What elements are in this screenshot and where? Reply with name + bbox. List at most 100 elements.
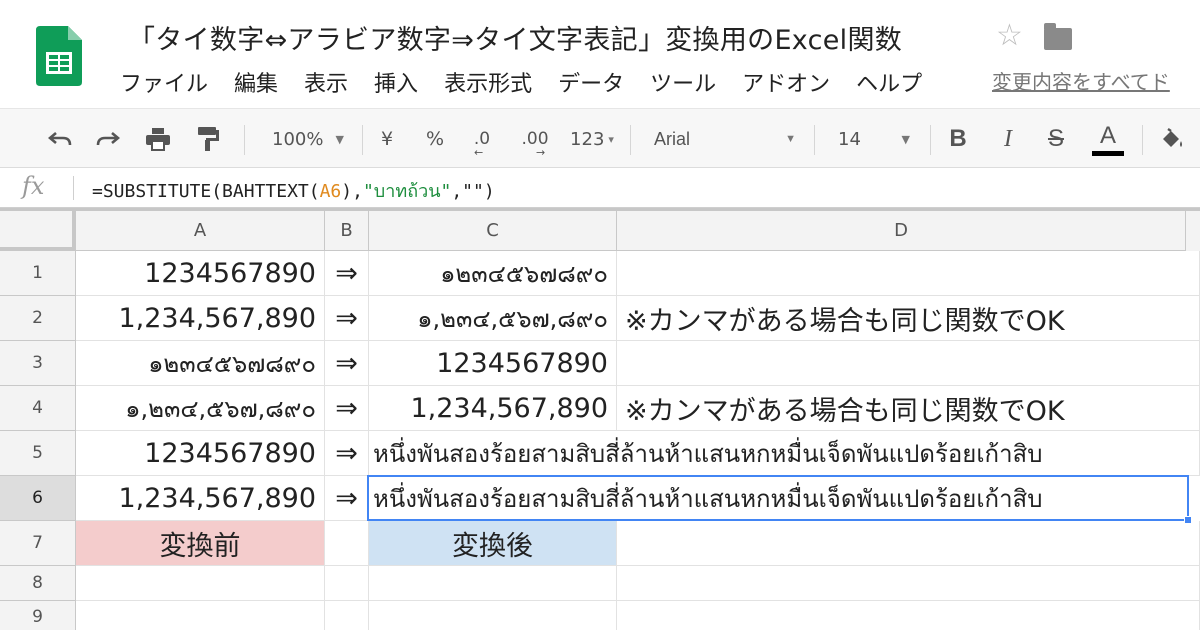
cell-a3[interactable]: ๑๒๓๔๕๖๗๘๙๐ (76, 341, 325, 386)
cell-c6[interactable]: หนึ่งพันสองร้อยสามสิบสี่ล้านห้าแสนหกหมื่… (369, 476, 1189, 521)
cell-c2[interactable]: ๑,๒๓๔,๕๖๗,๘๙๐ (369, 296, 617, 341)
formula-mid: ), (341, 181, 363, 202)
cell-a2[interactable]: 1,234,567,890 (76, 296, 325, 341)
menu-addons[interactable]: アドオン (742, 66, 830, 98)
cell-b5[interactable]: ⇒ (325, 431, 369, 476)
cell-a8[interactable] (76, 566, 325, 601)
formula-string-literal: "บาทถ้วน" (362, 181, 452, 202)
text-color-swatch (1092, 151, 1124, 156)
cell-a1[interactable]: 1234567890 (76, 251, 325, 296)
menu-file[interactable]: ファイル (120, 66, 208, 98)
row-header-9[interactable]: 9 (0, 601, 76, 630)
strikethrough-button[interactable]: S (1040, 109, 1072, 169)
cell-d3[interactable] (617, 341, 1200, 386)
cell-d4[interactable]: ※カンマがある場合も同じ関数でOK (617, 386, 1200, 431)
row-header-5[interactable]: 5 (0, 431, 76, 476)
column-header-b[interactable]: B (325, 211, 369, 251)
chevron-down-icon: ▼ (785, 133, 796, 145)
paint-format-icon[interactable] (188, 109, 228, 169)
toolbar-divider (244, 125, 245, 155)
redo-icon[interactable] (88, 109, 128, 169)
cell-c9[interactable] (369, 601, 617, 630)
cell-d1[interactable] (617, 251, 1200, 296)
font-size-select[interactable]: 14 ▼ (824, 109, 924, 169)
chevron-down-icon: ▼ (901, 132, 910, 146)
bold-button[interactable]: B (942, 109, 974, 169)
menu-bar: ファイル 編集 表示 挿入 表示形式 データ ツール アドオン ヘルプ (120, 66, 948, 98)
menu-tools[interactable]: ツール (650, 66, 716, 98)
menu-data[interactable]: データ (558, 66, 624, 98)
decrease-decimal-button[interactable]: .0 ← (464, 109, 500, 169)
cell-b9[interactable] (325, 601, 369, 630)
document-title[interactable]: 「タイ数字⇔アラビア数字⇒タイ文字表記」変換用のExcel関数 (128, 18, 902, 57)
fx-icon: fx (22, 172, 45, 200)
column-header-d[interactable]: D (617, 211, 1186, 251)
row-header-7[interactable]: 7 (0, 521, 76, 566)
row-header-3[interactable]: 3 (0, 341, 76, 386)
font-size-value: 14 (838, 128, 861, 150)
sheets-logo-icon[interactable] (36, 26, 82, 86)
arrow-right-icon: → (536, 146, 546, 159)
cell-d7[interactable] (617, 521, 1200, 566)
row-header-2[interactable]: 2 (0, 296, 76, 341)
undo-icon[interactable] (40, 109, 80, 169)
menu-help[interactable]: ヘルプ (856, 66, 922, 98)
row-header-1[interactable]: 1 (0, 251, 76, 296)
column-header-c[interactable]: C (369, 211, 617, 251)
cell-d2[interactable]: ※カンマがある場合も同じ関数でOK (617, 296, 1200, 341)
folder-icon[interactable] (1044, 23, 1072, 50)
cell-c3[interactable]: 1234567890 (369, 341, 617, 386)
row-header-8[interactable]: 8 (0, 566, 76, 601)
cell-b2[interactable]: ⇒ (325, 296, 369, 341)
cell-b6[interactable]: ⇒ (325, 476, 369, 521)
menu-view[interactable]: 表示 (304, 66, 348, 98)
row-header-6[interactable]: 6 (0, 476, 76, 521)
cell-a7-before-label[interactable]: 変換前 (76, 521, 325, 566)
cell-d8[interactable] (617, 566, 1200, 601)
zoom-select[interactable]: 100% ▼ (258, 109, 358, 169)
cell-a5[interactable]: 1234567890 (76, 431, 325, 476)
toolbar-divider (930, 125, 931, 155)
increase-decimal-button[interactable]: .00 → (514, 109, 556, 169)
cell-a9[interactable] (76, 601, 325, 630)
fill-color-icon[interactable] (1154, 109, 1190, 169)
cell-b3[interactable]: ⇒ (325, 341, 369, 386)
cell-b8[interactable] (325, 566, 369, 601)
number-format-select[interactable]: 123 ▾ (564, 109, 620, 169)
cell-c5[interactable]: หนึ่งพันสองร้อยสามสิบสี่ล้านห้าแสนหกหมื่… (369, 431, 1200, 476)
star-icon[interactable]: ☆ (996, 18, 1023, 53)
column-header-a[interactable]: A (76, 211, 325, 251)
menu-insert[interactable]: 挿入 (374, 66, 418, 98)
zoom-value: 100% (272, 128, 324, 150)
last-edit-link[interactable]: 変更内容をすべてド (992, 66, 1170, 95)
formula-bar[interactable]: fx =SUBSTITUTE(BAHTTEXT(A6),"บาทถ้วน",""… (0, 168, 1200, 208)
menu-format[interactable]: 表示形式 (444, 66, 532, 98)
cell-b7[interactable] (325, 521, 369, 566)
toolbar: 100% ▼ ¥ % .0 ← .00 → 123 ▾ Arial ▼ 14 ▼ B I S… (0, 108, 1200, 168)
cell-a6[interactable]: 1,234,567,890 (76, 476, 325, 521)
cell-a4[interactable]: ๑,๒๓๔,๕๖๗,๘๙๐ (76, 386, 325, 431)
print-icon[interactable] (138, 109, 178, 169)
cell-c1[interactable]: ๑๒๓๔๕๖๗๘๙๐ (369, 251, 617, 296)
currency-button[interactable]: ¥ (372, 109, 402, 169)
formula-text[interactable]: =SUBSTITUTE(BAHTTEXT(A6),"บาทถ้วน","") (92, 176, 495, 205)
cell-c4[interactable]: 1,234,567,890 (369, 386, 617, 431)
toolbar-divider (1142, 125, 1143, 155)
cell-d9[interactable] (617, 601, 1200, 630)
cell-c8[interactable] (369, 566, 617, 601)
menu-edit[interactable]: 編集 (234, 66, 278, 98)
font-family-select[interactable]: Arial ▼ (640, 109, 810, 169)
row-header-4[interactable]: 4 (0, 386, 76, 431)
chevron-down-icon: ▾ (608, 132, 614, 146)
cell-c7-after-label[interactable]: 変換後 (369, 521, 617, 566)
italic-button[interactable]: I (992, 109, 1024, 169)
arrow-left-icon: ← (474, 146, 484, 159)
cell-b1[interactable]: ⇒ (325, 251, 369, 296)
toolbar-divider (362, 125, 363, 155)
percent-button[interactable]: % (420, 109, 450, 169)
select-all-corner[interactable] (0, 211, 76, 251)
number-format-label: 123 (570, 128, 605, 150)
text-color-button[interactable]: A (1090, 109, 1126, 169)
cell-b4[interactable]: ⇒ (325, 386, 369, 431)
chevron-down-icon: ▼ (335, 132, 344, 146)
